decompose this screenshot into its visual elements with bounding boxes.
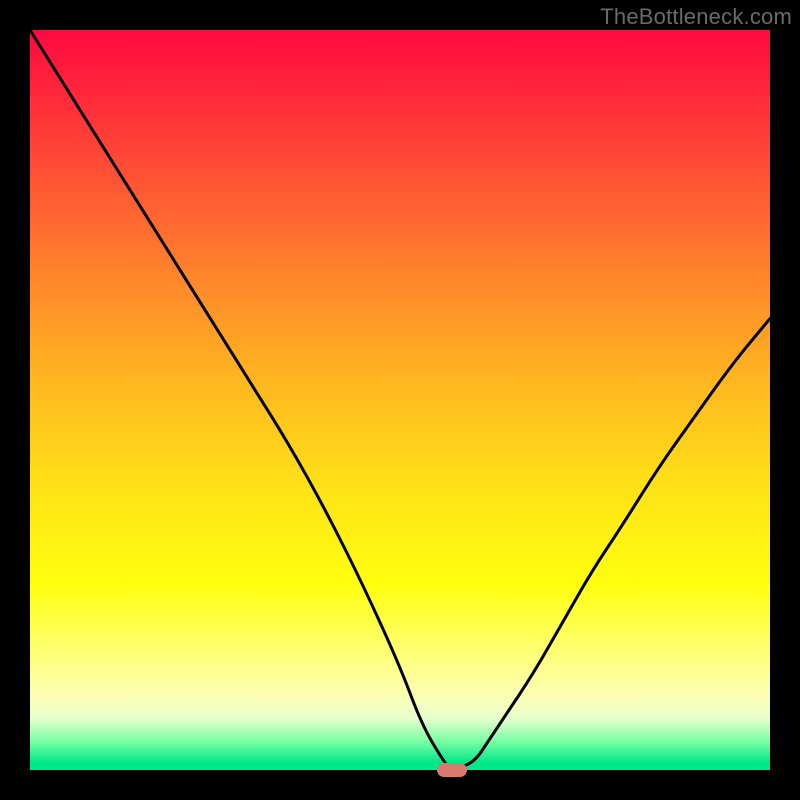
bottleneck-curve	[30, 30, 770, 768]
chart-container: TheBottleneck.com	[0, 0, 800, 800]
watermark-text: TheBottleneck.com	[600, 4, 792, 30]
chart-line-layer	[30, 30, 770, 770]
optimal-point-marker	[437, 763, 467, 777]
